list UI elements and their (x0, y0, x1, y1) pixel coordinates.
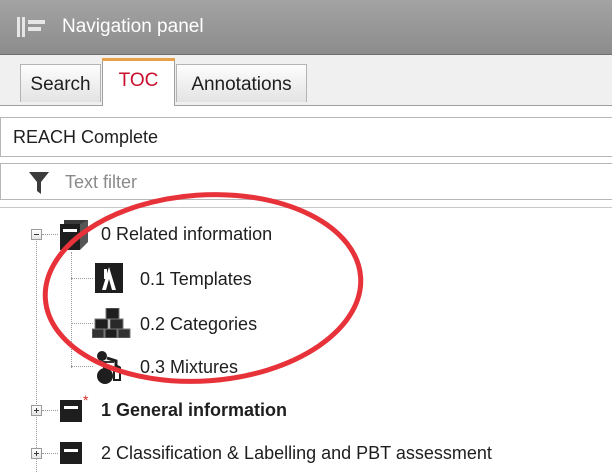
text-filter[interactable] (0, 163, 612, 200)
text-filter-input[interactable] (65, 168, 585, 196)
panel-titlebar: Navigation panel (0, 0, 612, 55)
tree-label: 0.1 Templates (140, 269, 252, 289)
section-folder-icon (60, 220, 88, 250)
tree-connector-line (42, 410, 58, 411)
tab-search[interactable]: Search (20, 64, 101, 102)
model-selector[interactable]: REACH Complete (0, 117, 612, 157)
section-folder-icon (60, 442, 82, 464)
tree-connector-line (42, 453, 58, 454)
expand-toggle[interactable] (31, 405, 42, 416)
tree-connector-line (42, 234, 58, 235)
funnel-icon (29, 172, 49, 194)
template-icon (95, 263, 123, 293)
expand-toggle[interactable] (31, 448, 42, 459)
tree-label: 0.3 Mixtures (140, 357, 239, 377)
tab-annotations[interactable]: Annotations (176, 64, 307, 102)
categories-icon (92, 308, 131, 338)
panel-title: Navigation panel (62, 16, 204, 37)
tree-label: 2 Classification & Labelling and PBT ass… (101, 443, 492, 463)
svg-text:*: * (83, 394, 89, 408)
tab-strip: Search TOC Annotations (0, 55, 612, 106)
toc-tree: 0 Related information 0.1 Templates 0.2 … (0, 207, 612, 472)
tree-label: 0 Related information (101, 224, 273, 244)
tree-connector-line (71, 323, 93, 324)
section-folder-required-icon: * (60, 394, 89, 422)
mixture-icon (94, 351, 121, 384)
tree-connector-line (36, 238, 37, 472)
tree-connector-line (71, 252, 72, 368)
tree-label: 1 General information (101, 400, 288, 420)
tree-label: 0.2 Categories (140, 314, 258, 334)
collapse-toggle[interactable] (31, 229, 42, 240)
navigation-panel-icon (17, 17, 45, 37)
tab-toc[interactable]: TOC (102, 58, 175, 106)
tree-connector-line (71, 278, 93, 279)
